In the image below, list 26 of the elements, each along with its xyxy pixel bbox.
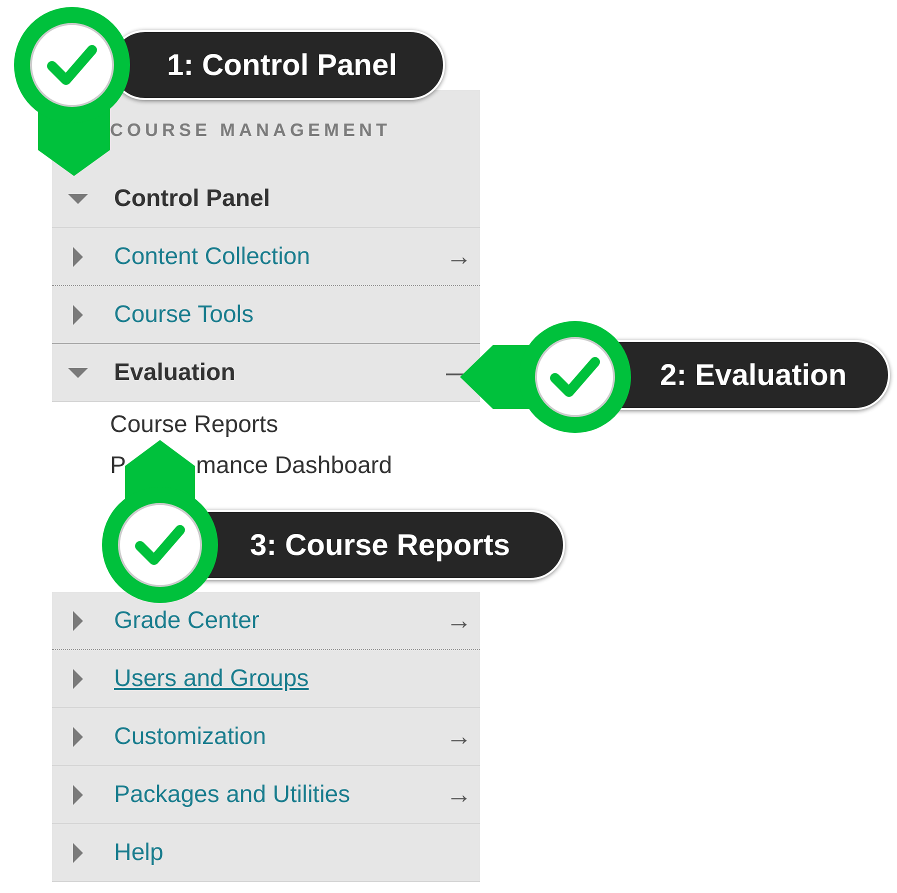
caret-icon[interactable] bbox=[73, 668, 83, 688]
caret-icon[interactable] bbox=[73, 610, 83, 630]
submenu-link[interactable]: Course Reports bbox=[110, 404, 278, 445]
menu-link[interactable]: Help bbox=[114, 834, 164, 870]
caret-icon[interactable] bbox=[73, 784, 83, 804]
caret-icon[interactable] bbox=[68, 368, 88, 378]
caret-icon[interactable] bbox=[73, 246, 83, 266]
check-icon bbox=[30, 23, 114, 107]
submenu-link[interactable]: P bbox=[110, 445, 126, 486]
menu-link[interactable]: Packages and Utilities bbox=[114, 776, 350, 812]
submenu-link[interactable]: mance Dashboard bbox=[196, 445, 392, 486]
caret-icon[interactable] bbox=[73, 304, 83, 324]
caret-icon[interactable] bbox=[73, 842, 83, 862]
menu-link[interactable]: Grade Center bbox=[114, 602, 260, 638]
arrow-icon[interactable]: → bbox=[446, 601, 472, 640]
arrow-icon[interactable]: → bbox=[446, 717, 472, 756]
section-heading: COURSE MANAGEMENT bbox=[110, 118, 392, 142]
arrow-icon[interactable]: → bbox=[446, 237, 472, 276]
arrow-icon[interactable]: → bbox=[446, 775, 472, 814]
caret-icon[interactable] bbox=[68, 194, 88, 204]
check-icon bbox=[535, 337, 615, 417]
check-icon bbox=[118, 503, 202, 587]
menu-link[interactable]: Content Collection bbox=[114, 238, 310, 274]
caret-icon[interactable] bbox=[73, 726, 83, 746]
menu-link[interactable]: Evaluation bbox=[114, 354, 236, 390]
menu-link[interactable]: Customization bbox=[114, 718, 266, 754]
